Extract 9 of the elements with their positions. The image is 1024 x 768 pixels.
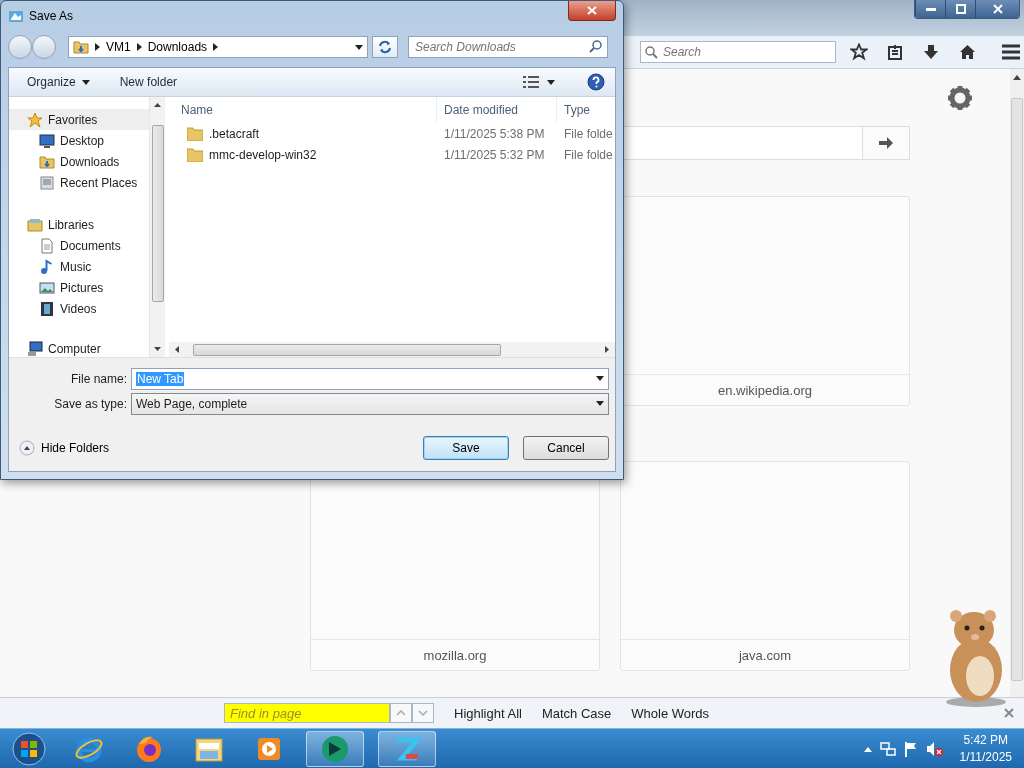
field-label: File name: — [69, 371, 128, 386]
date-modified: 1/11/2025 5:32 PM — [443, 147, 546, 162]
file-type: File folde — [563, 147, 613, 162]
window-title: Save As — [29, 9, 74, 23]
tile-label: mozilla.org — [311, 639, 599, 670]
tile-label: java.com — [621, 639, 909, 670]
field-label: Save as type: — [53, 396, 128, 411]
file-type: File folde — [563, 126, 613, 141]
date-modified: 1/11/2025 5:38 PM — [443, 126, 546, 141]
